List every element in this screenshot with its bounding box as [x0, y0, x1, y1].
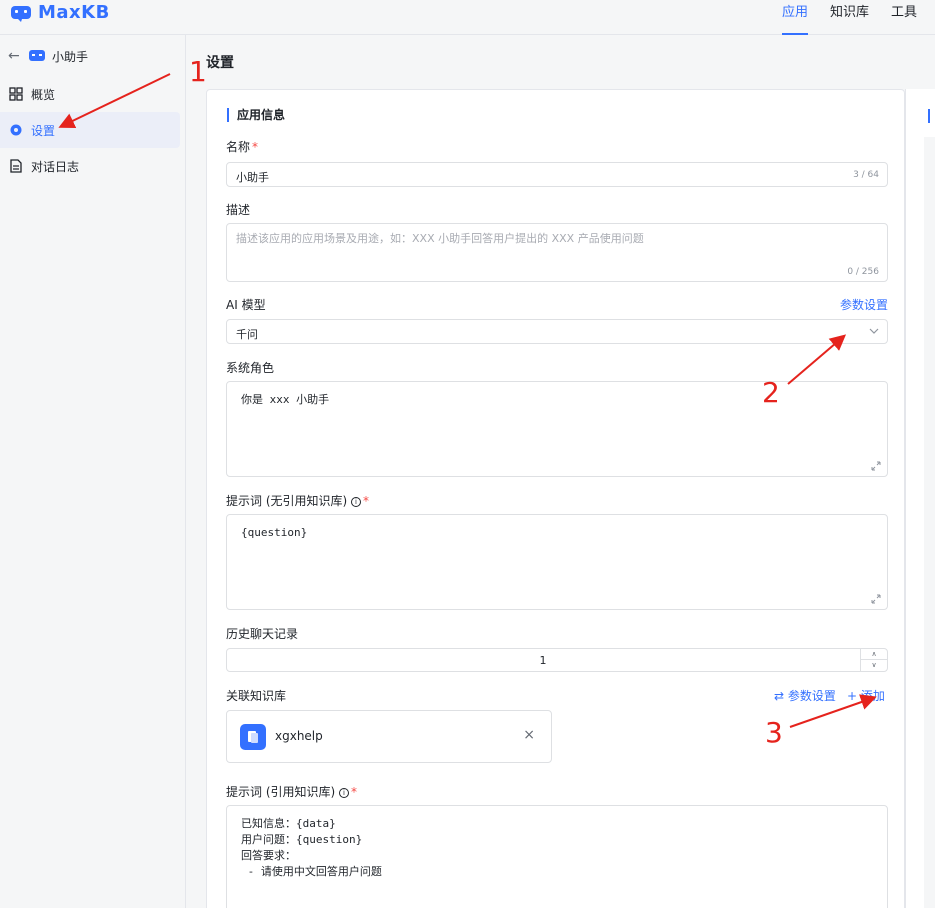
info-icon[interactable]: i — [339, 787, 350, 798]
plus-icon: + — [847, 689, 858, 703]
app-robot-icon — [29, 50, 45, 61]
description-label: 描述 — [226, 203, 251, 217]
gear-icon — [10, 124, 22, 136]
prompt-kb-label: 提示词 (引用知识库) i * — [226, 785, 358, 799]
increase-button[interactable]: ∧ — [861, 649, 887, 660]
history-value: 1 — [539, 654, 547, 667]
settings-card: 应用信息 名称 * 小助手 3 / 64 描述 描述该应用的应用场景及用途，如：X… — [206, 89, 905, 908]
sidebar-item-label: 设置 — [31, 123, 56, 138]
kb-label: 关联知识库 — [226, 689, 287, 703]
sidebar-item-label: 对话日志 — [31, 159, 80, 174]
grid-icon — [9, 87, 23, 101]
kb-item-name: xgxhelp — [275, 729, 323, 743]
history-number-input[interactable]: 1 ∧ ∨ — [226, 648, 888, 672]
page-title: 设置 — [206, 55, 234, 71]
decrease-button[interactable]: ∨ — [861, 660, 887, 671]
top-nav: 应用 知识库 工具 — [781, 0, 917, 35]
nav-knowledge-base[interactable]: 知识库 — [830, 0, 869, 35]
annotation-number-1: 1 — [189, 55, 207, 88]
sidebar-back-row: ← 小助手 — [8, 45, 88, 67]
model-params-link[interactable]: 参数设置 — [840, 296, 888, 313]
name-input[interactable]: 小助手 3 / 64 — [226, 162, 888, 187]
swap-icon: ⇄ — [774, 689, 785, 703]
model-label: AI 模型 — [226, 298, 266, 312]
expand-icon[interactable] — [871, 461, 881, 471]
prompt-kb-value: 已知信息：{data} 用户问题：{question} 回答要求： - 请使用中… — [241, 817, 382, 878]
arrow-left-icon[interactable]: ← — [8, 48, 22, 64]
top-bar: MaxKB 应用 知识库 工具 — [0, 0, 935, 35]
document-icon — [10, 159, 22, 173]
system-role-textarea[interactable]: 你是 xxx 小助手 — [226, 381, 888, 477]
prompt-no-kb-label: 提示词 (无引用知识库) i * — [226, 494, 370, 508]
description-count: 0 / 256 — [847, 267, 879, 277]
sidebar-item-overview[interactable]: 概览 — [0, 76, 180, 112]
history-label: 历史聊天记录 — [226, 627, 299, 641]
stepper-controls: ∧ ∨ — [860, 649, 887, 671]
expand-icon[interactable] — [871, 594, 881, 604]
model-value: 千问 — [236, 328, 258, 341]
name-count: 3 / 64 — [853, 170, 879, 180]
sidebar-item-settings[interactable]: 设置 — [0, 112, 180, 148]
info-icon[interactable]: i — [351, 496, 362, 507]
nav-apps[interactable]: 应用 — [781, 0, 808, 35]
kb-params-link[interactable]: ⇄ 参数设置 — [774, 687, 836, 704]
prompt-no-kb-value: {question} — [241, 526, 308, 539]
preview-accent-bar — [928, 109, 930, 123]
system-role-label: 系统角色 — [226, 361, 275, 375]
kb-add-link[interactable]: + 添加 — [847, 687, 885, 704]
annotation-number-3: 3 — [765, 716, 783, 749]
close-icon[interactable]: × — [523, 727, 535, 743]
preview-panel — [905, 89, 935, 908]
logo[interactable]: MaxKB — [10, 2, 110, 23]
section-title: 应用信息 — [227, 108, 285, 122]
kb-item-card[interactable]: xgxhelp × — [226, 710, 552, 763]
nav-tools[interactable]: 工具 — [891, 0, 917, 35]
description-textarea[interactable]: 描述该应用的应用场景及用途，如：XXX 小助手回答用户提出的 XXX 产品使用问… — [226, 223, 888, 282]
preview-area — [924, 137, 935, 908]
app-name: 小助手 — [52, 49, 89, 64]
prompt-kb-textarea[interactable]: 已知信息：{data} 用户问题：{question} 回答要求： - 请使用中… — [226, 805, 888, 908]
sidebar: ← 小助手 概览 设置 对话日志 — [0, 35, 186, 908]
sidebar-item-chat-log[interactable]: 对话日志 — [0, 148, 180, 184]
prompt-no-kb-textarea[interactable]: {question} — [226, 514, 888, 610]
description-placeholder: 描述该应用的应用场景及用途，如：XXX 小助手回答用户提出的 XXX 产品使用问… — [236, 232, 644, 245]
chevron-down-icon — [869, 328, 879, 334]
name-label: 名称 * — [226, 140, 259, 154]
model-select[interactable]: 千问 — [226, 319, 888, 344]
logo-robot-icon — [11, 5, 31, 22]
annotation-number-2: 2 — [762, 376, 780, 409]
logo-text: MaxKB — [38, 2, 110, 23]
kb-document-icon — [240, 724, 266, 750]
name-value: 小助手 — [236, 171, 269, 184]
sidebar-item-label: 概览 — [31, 87, 56, 102]
system-role-value: 你是 xxx 小助手 — [241, 393, 330, 406]
